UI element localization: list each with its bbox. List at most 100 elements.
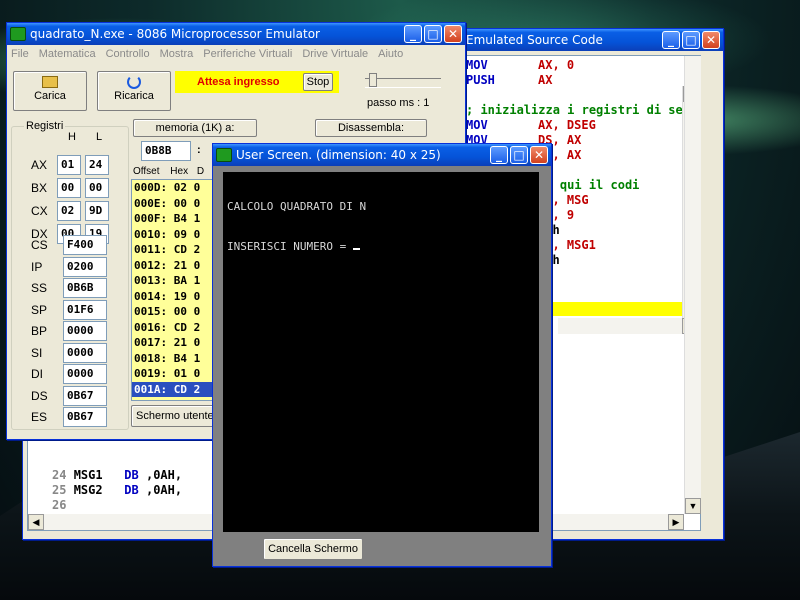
memory-row[interactable]: 0018: B4 1 [132, 351, 222, 367]
l-label: L [96, 131, 103, 143]
register-bx-high[interactable]: 00 [57, 178, 81, 198]
source-code-title: Emulated Source Code [466, 33, 603, 47]
text-cursor [352, 239, 360, 250]
minimize-icon[interactable]: _ [490, 146, 508, 164]
memory-row[interactable]: 000F: B4 1 [132, 211, 222, 227]
register-di-value[interactable]: 0000 [63, 364, 107, 384]
close-icon[interactable]: ✕ [530, 146, 548, 164]
code-mnemonic: MOV [466, 118, 488, 132]
register-ds-value[interactable]: 0B67 [63, 385, 107, 406]
status-text: Attesa ingresso [197, 76, 280, 88]
memory-row[interactable]: 0013: BA 1 [132, 273, 222, 289]
memory-segment-field[interactable]: 0B8B [141, 141, 191, 161]
step-slider[interactable] [365, 73, 441, 88]
menu-file[interactable]: File [11, 48, 29, 60]
h-label: H [68, 131, 76, 143]
scroll-down-icon[interactable]: ▼ [685, 498, 701, 514]
menu-aiuto[interactable]: Aiuto [378, 48, 403, 60]
registers-label: Registri [24, 120, 66, 132]
register-label-ds: DS [31, 388, 48, 403]
code-operands: AX, DSEG [538, 118, 596, 132]
step-label: passo ms : 1 [367, 97, 430, 109]
vertical-scrollbar[interactable]: ▼ [684, 56, 701, 514]
register-label-bx: BX [31, 181, 48, 195]
emulator-title: quadrato_N.exe - 8086 Microprocessor Emu… [30, 27, 320, 41]
console-line-2: INSERISCI NUMERO = [227, 239, 535, 253]
register-label-cx: CX [31, 204, 48, 218]
memory-row[interactable]: 0019: 01 0 [132, 366, 222, 382]
slider-thumb[interactable] [369, 73, 377, 87]
user-screen-app-icon [216, 148, 232, 162]
memory-button[interactable]: memoria (1K) a: [133, 119, 257, 137]
register-label-si: SI [31, 345, 43, 360]
maximize-icon[interactable]: □ [424, 25, 442, 43]
emulator-app-icon [10, 27, 26, 41]
close-icon[interactable]: ✕ [444, 25, 462, 43]
register-bx-low[interactable]: 00 [85, 178, 109, 198]
register-label-sp: SP [31, 302, 48, 317]
load-button[interactable]: Carica [13, 71, 87, 111]
console-screen[interactable]: CALCOLO QUADRATO DI N INSERISCI NUMERO = [223, 172, 539, 532]
minimize-icon[interactable]: _ [662, 31, 680, 49]
menu-matematica[interactable]: Matematica [39, 48, 96, 60]
memory-row[interactable]: 001A: CD 2 [132, 381, 222, 397]
stop-button[interactable]: Stop [303, 73, 333, 91]
memory-list[interactable]: 000D: 02 0 000E: 00 0 000F: B4 1 0010: 09 0… [131, 179, 223, 401]
maximize-icon[interactable]: □ [682, 31, 700, 49]
offset-header: Offset [133, 166, 160, 177]
register-es-value[interactable]: 0B67 [63, 407, 107, 427]
reload-button[interactable]: Ricarica [97, 71, 171, 111]
memory-row[interactable]: 000E: 00 0 [132, 196, 222, 212]
code-operands: AX, 0 [538, 58, 575, 72]
memory-row[interactable]: 0010: 09 0 [132, 227, 222, 243]
scroll-left-icon[interactable]: ◀ [28, 514, 44, 530]
disassemble-button[interactable]: Disassembla: [315, 119, 427, 137]
memory-row[interactable]: 0012: 21 0 [132, 258, 222, 274]
memory-header: Offset Hex D [133, 166, 223, 177]
memory-row[interactable]: 0011: CD 2 [132, 242, 222, 258]
register-sp-value[interactable]: 01F6 [63, 299, 107, 320]
reload-icon [127, 75, 141, 89]
register-ss-value[interactable]: 0B6B [63, 278, 107, 298]
minimize-icon[interactable]: _ [404, 25, 422, 43]
user-screen-window: User Screen. (dimension: 40 x 25) _ □ ✕ … [212, 143, 552, 567]
register-cx-low[interactable]: 9D [85, 201, 109, 221]
register-si-value[interactable]: 0000 [63, 342, 107, 363]
maximize-icon[interactable]: □ [510, 146, 528, 164]
d-header: D [196, 166, 205, 177]
menu-mostra[interactable]: Mostra [160, 48, 194, 60]
code-line: PUSH AX [466, 73, 698, 88]
code-line: MOV AX, DSEG [466, 118, 698, 133]
register-label-cs: CS [31, 238, 48, 252]
user-screen-button[interactable]: Schermo utente [131, 405, 221, 427]
register-cs-value[interactable]: F400 [63, 235, 107, 255]
scroll-right-icon[interactable]: ▶ [668, 514, 684, 530]
code-line: MOV AX, 0 [466, 58, 698, 73]
code-mnemonic: PUSH [466, 73, 495, 87]
register-bp-value[interactable]: 0000 [63, 321, 107, 341]
memory-row[interactable]: 0016: CD 2 [132, 320, 222, 336]
register-ax-low[interactable]: 24 [85, 155, 109, 175]
memory-row[interactable]: 001B: 21 A [132, 397, 222, 400]
memory-row[interactable]: 0017: 21 0 [132, 335, 222, 351]
menu-periferiche[interactable]: Periferiche Virtuali [203, 48, 292, 60]
memory-row[interactable]: 0014: 19 0 [132, 289, 222, 305]
memory-row[interactable]: 0015: 00 0 [132, 304, 222, 320]
register-cx-high[interactable]: 02 [57, 201, 81, 221]
emulator-titlebar[interactable]: quadrato_N.exe - 8086 Microprocessor Emu… [7, 23, 465, 45]
register-label-di: DI [31, 367, 43, 381]
register-ax-high[interactable]: 01 [57, 155, 81, 175]
menu-controllo[interactable]: Controllo [106, 48, 150, 60]
register-label-ip: IP [31, 259, 43, 274]
hex-header: Hex [170, 166, 189, 177]
clear-screen-button[interactable]: Cancella Schermo [263, 538, 363, 560]
register-label-ss: SS [31, 281, 48, 295]
memory-row[interactable]: 000D: 02 0 [132, 180, 222, 196]
register-ip-value[interactable]: 0200 [63, 256, 107, 277]
close-icon[interactable]: ✕ [702, 31, 720, 49]
user-screen-titlebar[interactable]: User Screen. (dimension: 40 x 25) _ □ ✕ [213, 144, 551, 166]
reload-label: Ricarica [114, 90, 154, 102]
menu-drive[interactable]: Drive Virtuale [302, 48, 368, 60]
upper-horizontal-scrollbar[interactable]: ▶ [558, 318, 698, 334]
